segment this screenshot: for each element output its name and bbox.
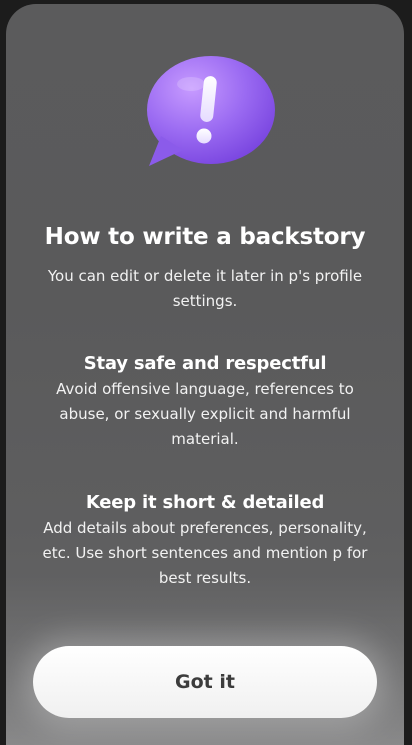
- tip-section-detail: Keep it short & detailed Add details abo…: [30, 490, 380, 591]
- exclamation-speech-bubble-icon: [139, 54, 275, 174]
- tip-heading: Keep it short & detailed: [85, 492, 325, 513]
- tip-heading: Stay safe and respectful: [83, 353, 327, 374]
- backstory-tips-sheet: How to write a backstory You can edit or…: [6, 4, 404, 745]
- tip-section-safety: Stay safe and respectful Avoid offensive…: [30, 351, 380, 452]
- tip-body: Avoid offensive language, references to …: [56, 380, 354, 448]
- dialog-subtitle: You can edit or delete it later in p's p…: [47, 267, 363, 310]
- tip-body: Add details about preferences, personali…: [42, 519, 368, 587]
- got-it-button[interactable]: Got it: [33, 646, 377, 718]
- dialog-title: How to write a backstory: [44, 224, 366, 250]
